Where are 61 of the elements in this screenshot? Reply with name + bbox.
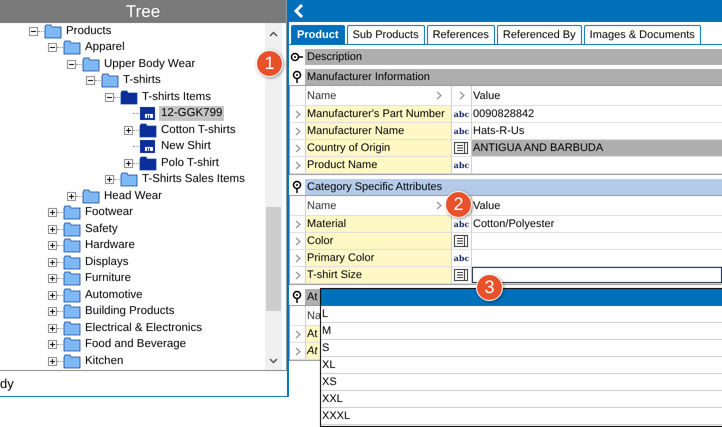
section-header[interactable]: Manufacturer Information <box>305 68 722 84</box>
dropdown-option[interactable]: XXL <box>321 391 722 408</box>
tree-item[interactable]: Hardware <box>83 238 137 254</box>
tree-item[interactable]: T-Shirts Sales Items <box>140 172 247 188</box>
text-type-icon: abc <box>454 219 470 229</box>
tree-item[interactable]: Furniture <box>83 271 134 286</box>
dropdown-option[interactable]: XL <box>321 357 722 374</box>
tree-item[interactable]: Automotive <box>83 288 145 303</box>
column-header[interactable]: Name <box>307 200 336 212</box>
tab[interactable]: Sub Products <box>346 25 425 44</box>
text-type-icon: abc <box>454 253 470 263</box>
attribute-name: T-shirt Size <box>306 267 452 283</box>
attribute-name: Product Name <box>306 157 452 173</box>
tab[interactable]: Images & Documents <box>584 25 701 44</box>
tab[interactable]: Referenced By <box>496 25 582 44</box>
panel-title: Tree <box>126 2 160 22</box>
text-type-icon: abc <box>454 109 470 119</box>
attribute-name: Primary Color <box>306 250 452 266</box>
tab[interactable]: Product <box>291 25 345 44</box>
column-header[interactable]: Value <box>473 200 500 212</box>
attribute-value: ANTIGUA AND BARBUDA <box>472 140 722 156</box>
column-header[interactable]: Name <box>307 90 336 102</box>
tree-item[interactable]: Kitchen <box>83 354 126 369</box>
column-header[interactable]: Value <box>473 90 500 102</box>
attribute-name: Country of Origin <box>306 140 452 156</box>
section-header[interactable]: Description <box>305 48 722 64</box>
tree-item[interactable]: T-shirts <box>121 73 163 88</box>
tree-item[interactable]: Safety <box>83 222 120 237</box>
tree-item[interactable]: New Shirt <box>159 139 213 154</box>
attribute-value: 0090828842 <box>472 107 536 122</box>
attribute-name: Manufacturer Name <box>306 123 452 139</box>
dropdown-option[interactable]: XXXL <box>321 408 722 425</box>
step-badge: 1 <box>256 50 283 77</box>
step-badge: 3 <box>476 274 503 301</box>
attribute-name: Material <box>306 216 452 232</box>
dropdown-option[interactable]: XS <box>321 374 722 391</box>
dropdown-option[interactable]: M <box>321 323 722 340</box>
tree-item[interactable]: Products <box>64 24 114 39</box>
attribute-name: Color <box>306 233 452 249</box>
status-text: dy <box>0 376 14 391</box>
tree-item[interactable]: Electrical & Electronics <box>83 320 204 336</box>
tree-item[interactable]: Displays <box>83 254 130 270</box>
text-type-icon: abc <box>454 160 470 170</box>
tree-item[interactable]: Apparel <box>83 40 127 56</box>
tree-item[interactable]: Footwear <box>83 205 135 220</box>
tree-item[interactable]: T-shirts Items <box>140 90 214 105</box>
attribute-value: Cotton/Polyester <box>472 217 556 232</box>
dropdown-option[interactable]: S <box>321 340 722 357</box>
attribute-value: Hats-R-Us <box>472 124 526 139</box>
tree-item[interactable]: Food and Beverage <box>83 337 188 352</box>
tree-item[interactable]: Upper Body Wear <box>102 56 198 72</box>
tree-item[interactable]: Head Wear <box>102 188 164 204</box>
tree-item[interactable]: 12-GGK799 <box>159 106 224 122</box>
tab[interactable]: References <box>426 25 495 44</box>
tree-item[interactable]: Building Products <box>83 304 176 320</box>
attribute-name: Manufacturer's Part Number <box>306 106 452 122</box>
tree-item[interactable]: Cotton T-shirts <box>159 122 238 138</box>
dropdown-option[interactable]: L <box>321 306 722 323</box>
tree-item[interactable]: Polo T-shirt <box>159 156 221 171</box>
text-type-icon: abc <box>454 126 470 136</box>
section-header[interactable]: Category Specific Attributes <box>305 178 722 194</box>
